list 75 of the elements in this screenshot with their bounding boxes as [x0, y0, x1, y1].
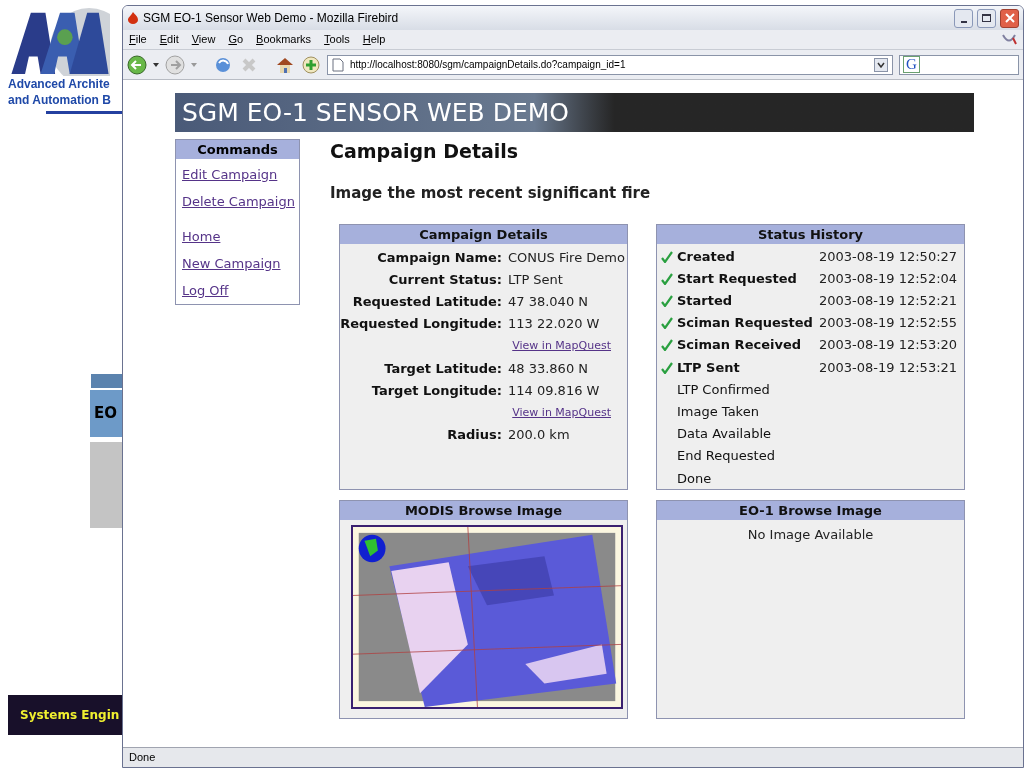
status-label: LTP Sent — [677, 358, 741, 377]
search-field[interactable]: G — [899, 54, 1019, 75]
box-label: EO — [94, 403, 117, 425]
command-link[interactable]: Delete Campaign — [182, 191, 293, 212]
field-label: Current Status: — [387, 270, 502, 289]
address-field[interactable]: http://localhost:8080/sgm/campaignDetails.do?campaign_id=1 — [327, 54, 893, 75]
field-label: Campaign Name: — [376, 248, 502, 267]
field-value: 114 09.816 W — [508, 381, 601, 400]
page-icon — [332, 57, 344, 72]
logo-text: Advanced Archite — [8, 76, 111, 92]
back-icon[interactable] — [127, 54, 147, 75]
menu-item[interactable]: Tools — [324, 31, 350, 48]
status-label: Done — [677, 469, 713, 488]
field-label: Target Latitude: — [383, 359, 502, 378]
menu-item[interactable]: Edit — [159, 31, 179, 48]
close-button[interactable] — [1000, 8, 1019, 28]
menu-item[interactable]: Go — [228, 31, 244, 48]
status-label: Start Requested — [677, 269, 798, 288]
field-label: Requested Latitude: — [351, 292, 502, 311]
search-engine-label: G — [903, 56, 920, 73]
field-value: 48 33.860 N — [508, 359, 590, 378]
bookmark-add-icon[interactable] — [301, 54, 321, 75]
campaign-description: Image the most recent significant fire — [330, 183, 652, 204]
status-label: Image Taken — [677, 402, 760, 421]
status-time: 2003-08-19 12:52:21 — [819, 291, 958, 310]
panel-header: EO-1 Browse Image — [657, 500, 964, 520]
logo-icon — [10, 8, 110, 76]
address-text: http://localhost:8080/sgm/campaignDetails.do?campaign_id=1 — [350, 58, 626, 72]
status-time: 2003-08-19 12:53:20 — [819, 336, 958, 355]
banner-text: Systems Engin — [20, 707, 120, 724]
minimize-button[interactable] — [954, 8, 973, 28]
field-value: 113 22.020 W — [508, 315, 601, 334]
site-title: SGM EO-1 SENSOR WEB DEMO — [182, 96, 569, 129]
field-label: Radius: — [446, 426, 502, 445]
field-value: 200.0 km — [508, 426, 571, 445]
status-time: 2003-08-19 12:52:04 — [819, 269, 958, 288]
status-time: 2003-08-19 12:53:21 — [819, 358, 958, 377]
close-icon — [1004, 13, 1015, 23]
command-link[interactable]: Edit Campaign — [182, 164, 293, 185]
status-label: Sciman Received — [677, 336, 803, 355]
field-label: Requested Longitude: — [340, 315, 502, 334]
menu-item[interactable]: File — [129, 31, 147, 48]
maximize-button[interactable] — [977, 8, 996, 28]
slide-box-top — [91, 374, 122, 388]
commands-header: Commands — [176, 140, 299, 159]
status-text: Done — [129, 750, 156, 766]
page-title: Campaign Details — [330, 139, 520, 163]
logo-text: and Automation B — [8, 92, 111, 108]
status-label: Sciman Requested — [677, 314, 814, 333]
field-value: LTP Sent — [508, 270, 564, 289]
command-link[interactable]: Log Off — [182, 280, 293, 301]
dropdown-icon[interactable] — [874, 57, 888, 72]
field-value: 47 38.040 N — [508, 292, 590, 311]
status-label: Started — [677, 291, 734, 310]
no-image-message: No Image Available — [746, 525, 875, 544]
status-label: End Requested — [677, 447, 776, 466]
window-title: SGM EO-1 Sensor Web Demo - Mozilla Firebird — [143, 10, 399, 27]
mapquest-link[interactable]: View in MapQuest — [512, 335, 611, 358]
status-time: 2003-08-19 12:50:27 — [819, 247, 958, 266]
panel-header: MODIS Browse Image — [340, 500, 627, 520]
mapquest-link[interactable]: View in MapQuest — [512, 401, 611, 425]
menu-item[interactable]: Help — [362, 31, 386, 48]
command-link[interactable]: Home — [182, 226, 293, 247]
status-time: 2003-08-19 12:52:55 — [819, 314, 958, 333]
field-label: Target Longitude: — [370, 381, 502, 400]
field-value: CONUS Fire Demo — [508, 248, 626, 267]
command-link[interactable]: New Campaign — [182, 253, 293, 274]
status-label: Created — [677, 247, 736, 266]
status-label: Data Available — [677, 425, 772, 444]
dropdown-icon[interactable] — [153, 62, 159, 67]
panel-header: Status History — [657, 224, 964, 244]
status-label: LTP Confirmed — [677, 380, 771, 399]
menu-item[interactable]: Bookmarks — [256, 31, 312, 48]
menu-item[interactable]: View — [191, 31, 216, 48]
panel-header: Campaign Details — [340, 224, 627, 244]
